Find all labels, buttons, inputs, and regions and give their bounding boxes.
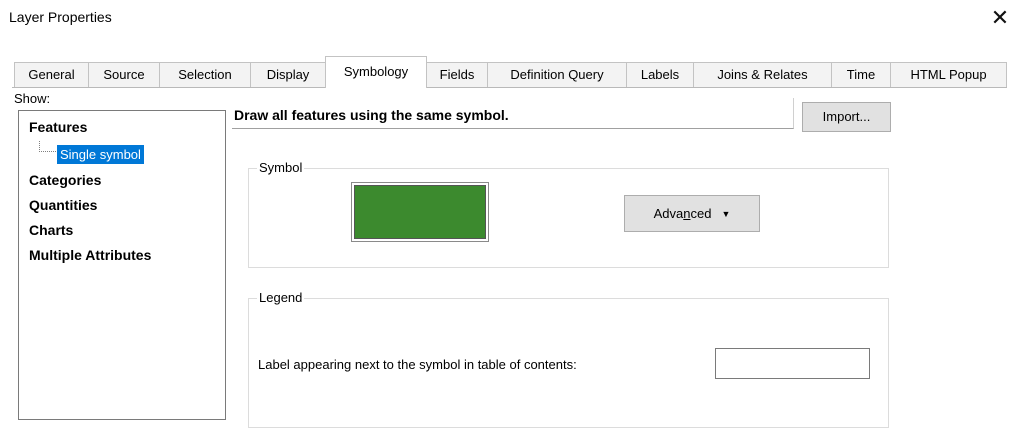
show-label: Show: xyxy=(14,91,51,106)
show-tree: Features Single symbol Categories Quanti… xyxy=(18,110,226,420)
symbol-swatch-button[interactable] xyxy=(351,182,489,242)
tree-item-categories[interactable]: Categories xyxy=(29,172,101,188)
tab-selection[interactable]: Selection xyxy=(159,62,251,87)
close-icon[interactable]: ✕ xyxy=(985,3,1015,33)
tab-fields[interactable]: Fields xyxy=(426,62,488,87)
legend-label-input[interactable] xyxy=(715,348,870,379)
tab-source[interactable]: Source xyxy=(88,62,160,87)
tab-general[interactable]: General xyxy=(14,62,89,87)
tree-item-quantities[interactable]: Quantities xyxy=(29,197,97,213)
symbol-group-label: Symbol xyxy=(257,160,305,175)
advanced-button-label: Advanced xyxy=(653,206,712,221)
tab-labels[interactable]: Labels xyxy=(626,62,694,87)
advanced-button[interactable]: Advanced ▼ xyxy=(624,195,760,232)
tree-item-single-symbol[interactable]: Single symbol xyxy=(57,145,144,164)
legend-group-label: Legend xyxy=(257,290,305,305)
tree-connector xyxy=(39,141,56,152)
symbol-group xyxy=(248,168,889,268)
dropdown-arrow-icon: ▼ xyxy=(721,209,731,219)
tree-item-features[interactable]: Features xyxy=(29,119,87,135)
tree-item-multiple-attributes[interactable]: Multiple Attributes xyxy=(29,247,151,263)
tab-symbology[interactable]: Symbology xyxy=(325,56,427,88)
tab-definition-query[interactable]: Definition Query xyxy=(487,62,627,87)
tab-html-popup[interactable]: HTML Popup xyxy=(890,62,1007,87)
tab-joins-relates[interactable]: Joins & Relates xyxy=(693,62,832,87)
tab-strip-divider xyxy=(12,87,1007,88)
symbol-swatch xyxy=(354,185,486,239)
tree-item-charts[interactable]: Charts xyxy=(29,222,73,238)
import-button[interactable]: Import... xyxy=(802,102,891,132)
legend-label-caption: Label appearing next to the symbol in ta… xyxy=(258,357,577,372)
window-title: Layer Properties xyxy=(9,9,112,25)
description-text: Draw all features using the same symbol. xyxy=(234,107,509,123)
tab-display[interactable]: Display xyxy=(250,62,326,87)
tab-time[interactable]: Time xyxy=(831,62,891,87)
